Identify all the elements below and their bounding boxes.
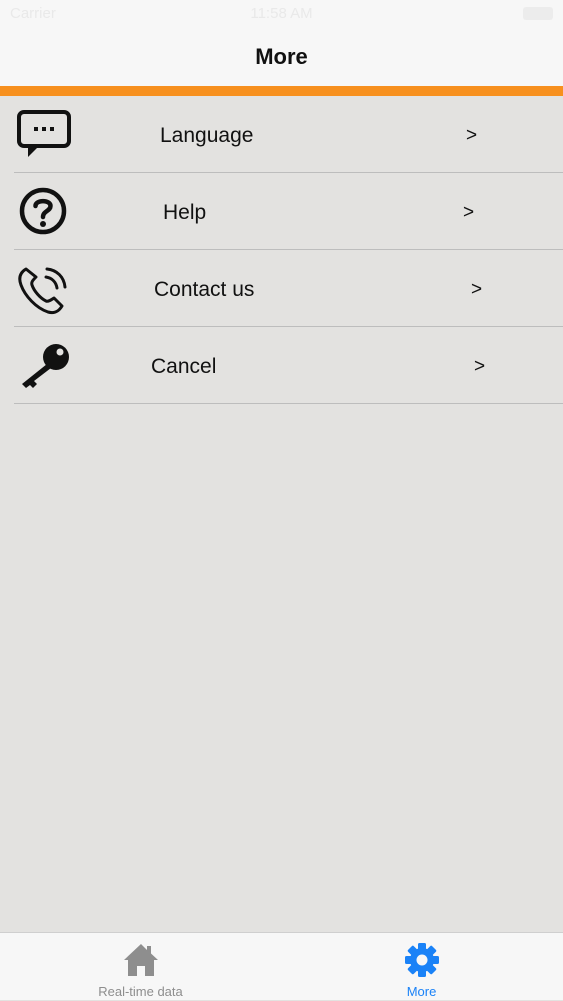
more-menu-list: Language > Help > Contact us > Cancel >	[14, 96, 563, 404]
menu-item-label: Help	[163, 201, 207, 224]
tab-label: More	[406, 984, 437, 999]
key-icon	[16, 340, 72, 392]
menu-item-label: Contact us	[154, 278, 255, 301]
nav-bar: More	[0, 28, 563, 86]
tab-real-time-data[interactable]: Real-time data	[0, 933, 281, 1001]
status-time: 11:58 AM	[250, 5, 313, 22]
battery-icon	[523, 7, 553, 20]
gear-icon	[281, 941, 562, 979]
tab-more[interactable]: More	[281, 933, 562, 1001]
home-icon	[0, 941, 281, 979]
tab-label: Real-time data	[98, 984, 183, 999]
tab-bar: Real-time data More	[0, 932, 563, 1000]
menu-item-language[interactable]: Language >	[14, 96, 563, 173]
page-title: More	[255, 44, 308, 69]
question-circle-icon	[16, 186, 72, 238]
menu-item-label: Cancel	[151, 355, 217, 378]
chevron-right-icon: >	[471, 279, 483, 300]
chevron-right-icon: >	[474, 356, 486, 377]
chevron-right-icon: >	[466, 125, 478, 146]
accent-divider	[0, 86, 563, 96]
menu-item-label: Language	[160, 124, 254, 147]
menu-item-cancel[interactable]: Cancel >	[14, 327, 563, 404]
menu-item-help[interactable]: Help >	[14, 173, 563, 250]
phone-ringing-icon	[16, 263, 72, 315]
status-bar: Carrier 11:58 AM	[0, 0, 563, 28]
chat-bubble-icon	[16, 109, 72, 161]
chevron-right-icon: >	[463, 202, 475, 223]
menu-item-contact-us[interactable]: Contact us >	[14, 250, 563, 327]
